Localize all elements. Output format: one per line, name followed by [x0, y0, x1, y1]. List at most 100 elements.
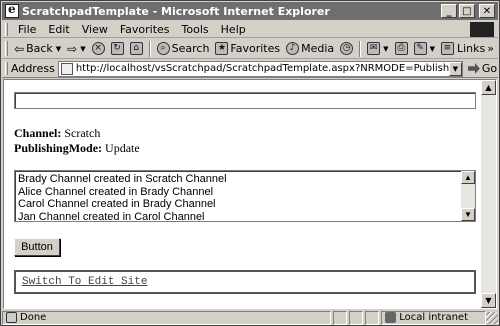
list-item[interactable]: Alice Channel created in Brady Channel	[18, 186, 227, 199]
channel-value: Scratch	[64, 126, 101, 140]
address-label: Address	[11, 62, 55, 75]
refresh-icon: ↻	[110, 42, 124, 55]
go-arrow-icon	[467, 63, 480, 74]
page-icon	[60, 62, 73, 75]
address-url[interactable]: http://localhost/vsScratchpad/Scratchpad…	[76, 63, 449, 74]
windows-logo-icon	[470, 21, 494, 37]
title-bar: ScratchpadTemplate - Microsoft Internet …	[2, 2, 498, 20]
status-text-panel: Done	[2, 310, 332, 325]
media-button[interactable]: ♪ Media	[283, 40, 337, 58]
links-chevron-icon: »	[487, 42, 494, 55]
discuss-button[interactable]: ≡	[438, 40, 457, 58]
back-dropdown-icon[interactable]: ▼	[56, 45, 61, 53]
menu-grip[interactable]	[5, 22, 8, 36]
print-button[interactable]: ⎙	[392, 40, 411, 58]
security-zone-panel: Local intranet	[381, 310, 486, 325]
listbox-items: Brady Channel created in Scratch Channel…	[18, 173, 227, 222]
media-label: Media	[301, 42, 335, 55]
favorites-button[interactable]: ★ Favorites	[212, 40, 283, 58]
channel-line: Channel: Scratch	[14, 126, 100, 141]
menu-edit[interactable]: Edit	[42, 23, 75, 36]
mail-button[interactable]: ✉ ▼	[364, 40, 391, 58]
minimize-button[interactable]: _	[441, 4, 457, 18]
page-done-icon	[6, 312, 17, 323]
menu-help[interactable]: Help	[215, 23, 252, 36]
edit-button[interactable]: ✎ ▼	[411, 40, 438, 58]
forward-arrow-icon: ⇨	[67, 41, 78, 56]
ie-logo-icon	[5, 2, 19, 18]
forward-button[interactable]: ⇨ ▼	[64, 40, 88, 58]
text-input[interactable]	[14, 92, 476, 109]
address-grip[interactable]	[5, 62, 8, 75]
favorites-label: Favorites	[230, 42, 281, 55]
links-label: Links	[457, 42, 486, 55]
resize-grip-icon[interactable]	[486, 311, 498, 324]
status-bar: Done Local intranet	[2, 310, 498, 325]
status-cell	[349, 310, 364, 325]
scroll-down-icon[interactable]: ▼	[461, 208, 475, 221]
list-item[interactable]: Jan Channel created in Carol Channel	[18, 211, 227, 222]
channel-log-listbox[interactable]: Brady Channel created in Scratch Channel…	[14, 170, 476, 222]
menu-favorites[interactable]: Favorites	[114, 23, 176, 36]
menu-view[interactable]: View	[76, 23, 114, 36]
intranet-zone-icon	[385, 312, 397, 323]
page-content: Channel: Scratch PublishingMode: Update …	[4, 80, 481, 308]
maximize-button[interactable]: □	[459, 4, 475, 18]
toolbar-separator	[359, 40, 362, 57]
go-label: Go	[481, 62, 498, 75]
browser-window: ScratchpadTemplate - Microsoft Internet …	[0, 0, 500, 326]
address-input[interactable]: http://localhost/vsScratchpad/Scratchpad…	[57, 60, 463, 77]
status-cell	[333, 310, 348, 325]
go-button[interactable]: Go	[467, 62, 498, 75]
links-button[interactable]: Links »	[457, 42, 498, 55]
print-icon: ⎙	[394, 42, 408, 55]
discuss-icon: ≡	[440, 42, 454, 55]
home-icon: ⌂	[129, 42, 143, 55]
edit-dropdown-icon[interactable]: ▼	[430, 45, 435, 53]
back-arrow-icon: ⇦	[14, 41, 25, 56]
scroll-up-icon[interactable]: ▲	[461, 171, 475, 184]
menu-tools[interactable]: Tools	[176, 23, 215, 36]
standard-toolbar: ⇦ Back ▼ ⇨ ▼ × ↻ ⌂ ⌕ Search ★ Favorites …	[2, 39, 498, 59]
stop-icon: ×	[91, 42, 105, 55]
scroll-up-icon[interactable]: ▲	[481, 80, 496, 95]
media-icon: ♪	[286, 42, 300, 55]
back-label: Back	[26, 42, 53, 55]
history-button[interactable]: ◷	[337, 40, 356, 58]
page-scrollbar[interactable]: ▲ ▼	[481, 80, 496, 308]
scroll-down-icon[interactable]: ▼	[481, 293, 496, 308]
publishing-mode-value: Update	[105, 141, 140, 155]
channel-label: Channel:	[14, 126, 62, 140]
refresh-button[interactable]: ↻	[108, 40, 127, 58]
switch-site-box: Switch To Edit Site	[14, 270, 476, 294]
switch-to-edit-site-link[interactable]: Switch To Edit Site	[22, 276, 147, 288]
home-button[interactable]: ⌂	[127, 40, 146, 58]
search-icon: ⌕	[156, 42, 170, 55]
forward-dropdown-icon[interactable]: ▼	[80, 45, 85, 53]
search-button[interactable]: ⌕ Search	[154, 40, 213, 58]
toolbar-separator	[148, 40, 151, 57]
list-item[interactable]: Brady Channel created in Scratch Channel	[18, 173, 227, 186]
mail-dropdown-icon[interactable]: ▼	[383, 45, 388, 53]
list-item[interactable]: Carol Channel created in Brady Channel	[18, 198, 227, 211]
toolbar-grip[interactable]	[5, 41, 8, 56]
favorites-icon: ★	[215, 42, 229, 55]
edit-icon: ✎	[413, 42, 427, 55]
publishing-mode-line: PublishingMode: Update	[14, 141, 140, 156]
window-title: ScratchpadTemplate - Microsoft Internet …	[22, 4, 330, 18]
back-button[interactable]: ⇦ Back ▼	[11, 40, 64, 58]
address-dropdown-icon[interactable]: ▼	[448, 61, 462, 76]
stop-button[interactable]: ×	[89, 40, 108, 58]
history-icon: ◷	[340, 42, 354, 55]
mail-icon: ✉	[367, 42, 381, 55]
status-text: Done	[20, 312, 47, 323]
publishing-mode-label: PublishingMode:	[14, 141, 103, 155]
status-cell	[365, 310, 380, 325]
listbox-scrollbar[interactable]: ▲ ▼	[461, 171, 475, 221]
close-button[interactable]: ✕	[479, 4, 495, 18]
menu-bar: File Edit View Favorites Tools Help	[2, 21, 498, 38]
security-zone-text: Local intranet	[399, 312, 469, 323]
page-viewport: Channel: Scratch PublishingMode: Update …	[3, 79, 497, 309]
menu-file[interactable]: File	[12, 23, 42, 36]
action-button[interactable]: Button	[14, 238, 60, 256]
